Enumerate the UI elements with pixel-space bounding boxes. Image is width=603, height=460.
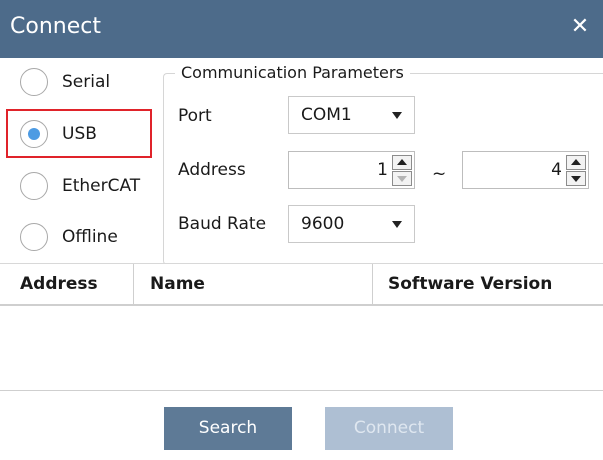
radio-offline-label: Offline (62, 227, 118, 247)
column-address[interactable]: Address (20, 274, 98, 294)
address-label: Address (178, 160, 246, 180)
radio-serial-label: Serial (62, 72, 111, 92)
port-select[interactable]: COM1 (288, 96, 415, 134)
port-label: Port (178, 106, 212, 126)
increment-button[interactable] (566, 155, 586, 170)
column-software-version[interactable]: Software Version (388, 274, 552, 294)
connect-button[interactable]: Connect (325, 407, 453, 450)
radio-usb-label: USB (62, 124, 97, 144)
range-separator: ~ (432, 164, 447, 184)
radio-usb-circle[interactable] (20, 120, 48, 148)
arrow-down-icon (571, 176, 581, 182)
radio-ethercat-circle[interactable] (20, 172, 48, 200)
radio-offline-circle[interactable] (20, 223, 48, 251)
baud-rate-select[interactable]: 9600 (288, 205, 415, 243)
address-from-value: 1 (377, 160, 388, 180)
baud-rate-value: 9600 (301, 214, 345, 234)
radio-serial-circle[interactable] (20, 68, 48, 96)
address-to-value: 4 (551, 160, 562, 180)
address-to-spinner[interactable]: 4 (462, 151, 589, 189)
device-table-body[interactable] (0, 306, 603, 391)
address-from-spinner[interactable]: 1 (288, 151, 415, 189)
arrow-down-icon (397, 176, 407, 182)
device-table-header: Address Name Software Version (0, 263, 603, 307)
decrement-button[interactable] (566, 171, 586, 186)
baud-rate-label: Baud Rate (178, 214, 267, 234)
window-title: Connect (10, 14, 101, 39)
title-bar: Connect ✕ (0, 0, 603, 58)
column-name[interactable]: Name (150, 274, 205, 294)
chevron-down-icon (392, 112, 402, 119)
arrow-up-icon (397, 159, 407, 165)
radio-ethercat-label: EtherCAT (62, 176, 141, 196)
close-icon[interactable]: ✕ (566, 12, 594, 42)
search-button[interactable]: Search (164, 407, 292, 450)
group-legend: Communication Parameters (175, 63, 410, 82)
decrement-button[interactable] (392, 171, 412, 186)
increment-button[interactable] (392, 155, 412, 170)
column-divider[interactable] (372, 264, 373, 304)
arrow-up-icon (571, 159, 581, 165)
port-value: COM1 (301, 105, 352, 125)
column-divider[interactable] (133, 264, 134, 304)
chevron-down-icon (392, 221, 402, 228)
